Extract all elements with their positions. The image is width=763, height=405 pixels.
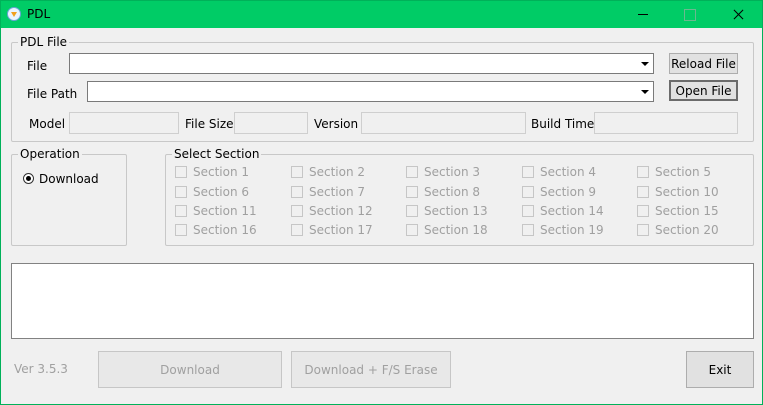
section-checkbox[interactable] (637, 186, 649, 198)
section-label: Section 11 (193, 204, 257, 218)
section-label: Section 6 (193, 185, 250, 199)
section-label: Section 13 (424, 204, 488, 218)
file-size-field (234, 112, 308, 134)
section-label: Section 18 (424, 223, 488, 237)
close-icon[interactable] (716, 1, 762, 28)
operation-group: Operation (11, 147, 127, 246)
build-time-label: Build Time (531, 117, 595, 131)
file-path-label: File Path (27, 87, 78, 101)
section-checkbox[interactable] (175, 205, 187, 217)
section-label: Section 17 (309, 223, 373, 237)
section-label: Section 10 (655, 185, 719, 199)
section-label: Section 15 (655, 204, 719, 218)
download-radio[interactable] (23, 173, 34, 184)
chevron-down-icon[interactable] (636, 55, 652, 72)
section-label: Section 20 (655, 223, 719, 237)
section-checkbox[interactable] (522, 186, 534, 198)
section-checkbox[interactable] (522, 205, 534, 217)
section-checkbox[interactable] (637, 205, 649, 217)
section-checkbox[interactable] (291, 224, 303, 236)
section-checkbox[interactable] (406, 205, 418, 217)
section-label: Section 3 (424, 165, 481, 179)
section-checkbox[interactable] (291, 186, 303, 198)
pdl-window: PDL PDL File File File Path Reload File … (0, 0, 763, 405)
window-title: PDL (27, 7, 51, 21)
section-checkbox[interactable] (175, 186, 187, 198)
section-checkbox[interactable] (291, 205, 303, 217)
section-checkbox[interactable] (406, 186, 418, 198)
model-label: Model (29, 117, 66, 131)
section-checkbox[interactable] (175, 224, 187, 236)
section-checkbox[interactable] (522, 224, 534, 236)
file-size-label: File Size (185, 117, 234, 131)
title-bar[interactable]: PDL (1, 1, 762, 28)
file-path-input[interactable] (90, 83, 632, 100)
section-checkbox[interactable] (175, 166, 187, 178)
section-label: Section 19 (540, 223, 604, 237)
file-path-combobox[interactable] (87, 81, 654, 102)
operation-group-label: Operation (18, 147, 82, 161)
minimize-icon[interactable] (620, 1, 666, 28)
log-output-box[interactable] (11, 263, 754, 339)
section-label: Section 8 (424, 185, 481, 199)
section-label: Section 4 (540, 165, 597, 179)
section-checkbox[interactable] (406, 166, 418, 178)
model-field (69, 112, 179, 134)
version-label: Version (314, 117, 359, 131)
section-label: Section 9 (540, 185, 597, 199)
reload-file-button[interactable]: Reload File (669, 53, 738, 74)
select-section-group-label: Select Section (172, 147, 262, 161)
pdl-file-group-label: PDL File (18, 35, 70, 49)
exit-button[interactable]: Exit (686, 351, 754, 388)
section-label: Section 2 (309, 165, 366, 179)
download-app-icon (7, 7, 21, 21)
section-checkbox[interactable] (637, 224, 649, 236)
section-checkbox[interactable] (406, 224, 418, 236)
section-checkbox[interactable] (291, 166, 303, 178)
section-label: Section 12 (309, 204, 373, 218)
section-label: Section 14 (540, 204, 604, 218)
open-file-button[interactable]: Open File (669, 80, 738, 101)
app-version: Ver 3.5.3 (14, 362, 68, 376)
download-radio-label[interactable]: Download (39, 172, 99, 186)
section-label: Section 1 (193, 165, 250, 179)
file-input[interactable] (72, 55, 632, 72)
download-fs-erase-button[interactable]: Download + F/S Erase (291, 351, 451, 388)
version-field (361, 112, 526, 134)
maximize-icon (666, 1, 712, 28)
section-label: Section 5 (655, 165, 712, 179)
section-checkbox[interactable] (637, 166, 649, 178)
build-time-field (594, 112, 738, 134)
chevron-down-icon[interactable] (636, 83, 652, 100)
file-label: File (27, 59, 48, 73)
download-button[interactable]: Download (98, 351, 282, 388)
section-checkbox[interactable] (522, 166, 534, 178)
section-label: Section 7 (309, 185, 366, 199)
section-label: Section 16 (193, 223, 257, 237)
file-combobox[interactable] (69, 53, 654, 74)
